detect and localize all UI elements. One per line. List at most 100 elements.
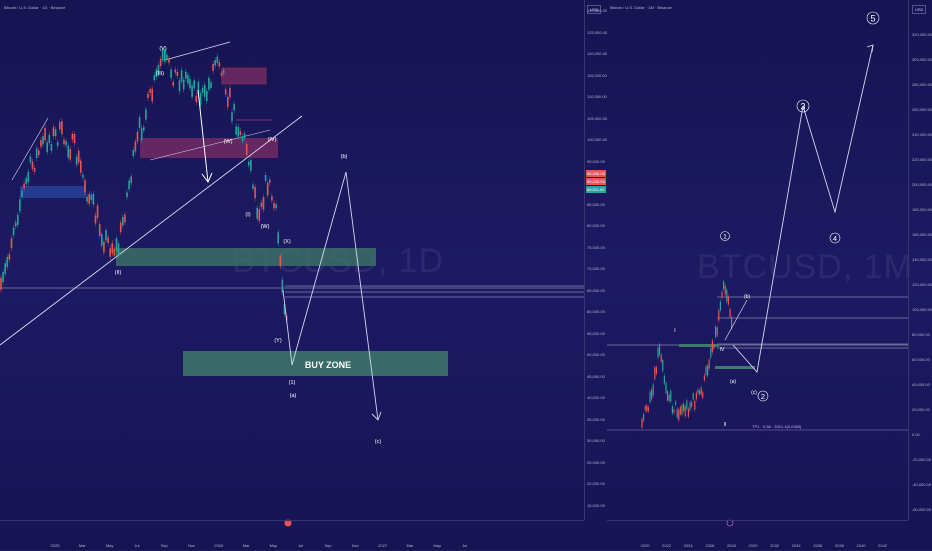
candle-body <box>644 406 646 411</box>
candle-body <box>153 75 156 81</box>
candle-body <box>109 248 111 257</box>
time-tick: May <box>433 543 441 548</box>
price-tick: 140,000.00 <box>912 257 932 262</box>
candle-body <box>126 192 128 198</box>
candle-body <box>256 207 258 219</box>
price-tick: 110,000.00 <box>587 94 607 99</box>
top-trendline <box>164 41 231 61</box>
candle-body <box>729 309 731 318</box>
candle-body <box>61 121 63 135</box>
candle-body <box>210 82 212 88</box>
buy-zone-label: BUY ZONE <box>305 360 351 370</box>
monthly-price-axis[interactable]: USD 320,000.00 300,000.00 280,000.00 260,00… <box>908 0 932 520</box>
price-tick: 45,000.00 <box>587 373 605 379</box>
candle-body <box>180 70 183 82</box>
price-tick: 120,000.00 <box>912 282 932 287</box>
candle-body <box>718 310 720 321</box>
daily-price-chart[interactable]: BUY ZONE (b) (a) (c) (1) (W) (X) (Y) (I) (II) (III… <box>0 0 584 550</box>
candle-body <box>0 277 2 290</box>
candle-body <box>260 202 263 207</box>
candle-body <box>715 326 717 338</box>
candle-body <box>697 389 699 394</box>
price-tick: 35,000.00 <box>587 416 605 422</box>
candle-body <box>266 182 269 196</box>
price-tick: 280,000.00 <box>912 82 932 87</box>
daily-chart-panel[interactable]: Bitcoin / U.S. Dollar · 1D · Binance BTC… <box>0 0 584 550</box>
candle-body <box>151 88 153 102</box>
price-tick: 25,000.00 <box>587 459 605 465</box>
candle-body <box>250 159 252 171</box>
candle-body <box>252 184 254 189</box>
candle-body <box>654 367 656 380</box>
candle-body <box>145 109 147 120</box>
candle-body <box>71 133 74 140</box>
candle-body <box>262 197 265 210</box>
wave-number: 4 <box>833 234 837 243</box>
candle-body <box>168 58 170 63</box>
candle-body <box>657 347 659 358</box>
blue-box <box>20 186 86 198</box>
candle-body <box>29 156 32 163</box>
wave-label: (III) <box>156 71 164 77</box>
price-tick: 120,000.00 <box>587 51 608 56</box>
candle-body <box>63 139 65 145</box>
price-tick: 60,000.00 <box>587 309 605 314</box>
price-tick: 320,000.00 <box>912 32 932 37</box>
candle-body <box>166 54 168 60</box>
wave-label: (c) <box>751 390 757 396</box>
candle-body <box>115 238 118 252</box>
wave-label: (c) <box>375 439 382 445</box>
wave-label: (W) <box>224 139 233 145</box>
candle-body <box>692 393 694 400</box>
wave-label: IV <box>720 347 725 353</box>
candle-body <box>122 216 124 226</box>
candle-body <box>271 196 273 201</box>
candle-body <box>273 203 275 209</box>
candle-body <box>113 248 116 256</box>
candle-body <box>84 180 86 193</box>
price-tick: 40,000.00 <box>587 395 605 400</box>
wave-label: I <box>674 328 675 334</box>
candle-body <box>214 60 216 66</box>
daily-time-axis[interactable]: 2025 Mar May Jul Sep Nov 2026 Mar May Jul Sep Nov 20… <box>0 520 584 551</box>
currency-badge[interactable]: USD <box>912 5 927 14</box>
candle-body <box>724 285 726 295</box>
candle-body <box>239 131 242 136</box>
candle-body <box>21 190 23 198</box>
candle-body <box>668 395 670 401</box>
candle-body <box>111 243 114 254</box>
candle-body <box>243 133 246 139</box>
candle-body <box>178 80 181 92</box>
time-tick: 2026 <box>705 543 715 548</box>
wave-label: (b) <box>744 294 750 300</box>
price-tick: 60,000.00 <box>912 357 930 362</box>
candle-body <box>191 85 193 97</box>
candle-body <box>206 90 208 102</box>
monthly-price-chart[interactable]: TP1 · 0.38 · 2021.1(0.0383) 3 4 5 2 1 (b) (a) (c… <box>607 0 908 550</box>
candle-body <box>665 382 667 394</box>
time-tick: 2036 <box>813 543 823 548</box>
time-tick: May <box>105 543 114 548</box>
daily-price-axis[interactable]: USD 130,000.00 125,000.00 120,000.00 115,00… <box>584 0 608 520</box>
monthly-time-axis[interactable]: 2020 2022 2024 2026 2028 2030 2032 2034 2036 2038… <box>607 520 908 551</box>
wave-projection <box>732 44 874 373</box>
candle-body <box>124 214 126 223</box>
candle-body <box>208 77 210 90</box>
candle-body <box>86 196 88 202</box>
down-arrow <box>197 89 209 183</box>
candle-body <box>224 89 227 95</box>
price-marker: 93,230.00 <box>586 178 606 185</box>
price-tick: 260,000.00 <box>912 107 932 112</box>
candle-body <box>227 96 229 107</box>
candle-body <box>254 187 256 199</box>
monthly-chart-panel[interactable]: Bitcoin / U.S. Dollar · 1M · Binance BTC… <box>607 0 912 550</box>
price-tick: 300,000.00 <box>912 57 932 62</box>
time-tick: 2024 <box>683 543 693 548</box>
price-tick: 160,000.00 <box>912 232 932 237</box>
time-tick: Nov <box>351 543 359 548</box>
wave-label: (I) <box>245 212 250 218</box>
candle-body <box>723 281 725 290</box>
time-tick: 2034 <box>791 543 801 548</box>
candle-body <box>182 79 185 90</box>
candle-body <box>27 171 30 183</box>
